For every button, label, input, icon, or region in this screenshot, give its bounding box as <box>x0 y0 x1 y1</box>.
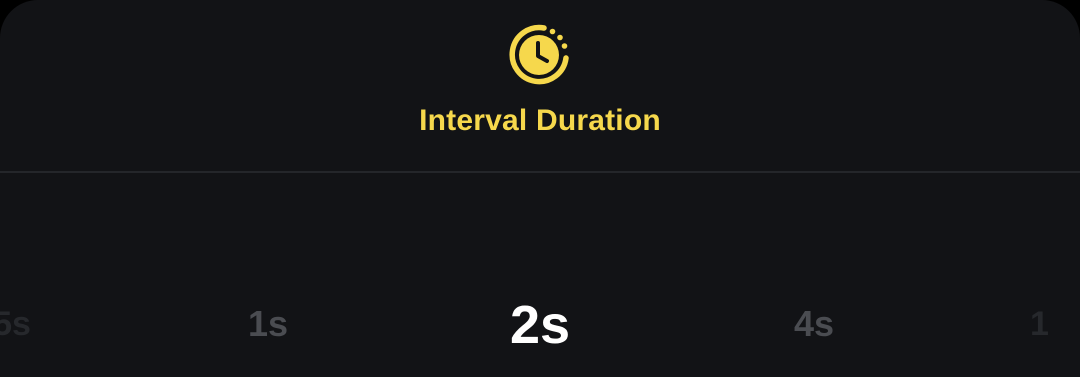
duration-option[interactable]: 4s <box>754 173 874 377</box>
duration-option[interactable]: 5s <box>0 173 72 377</box>
interval-duration-sheet: Interval Duration 5s 1s 2s 4s 1 <box>0 0 1080 377</box>
clock-icon <box>509 24 569 85</box>
duration-picker[interactable]: 5s 1s 2s 4s 1 <box>0 173 1080 377</box>
dialog-title: Interval Duration <box>419 104 661 137</box>
duration-option[interactable]: 1s <box>208 173 328 377</box>
sheet-header: Interval Duration <box>0 0 1080 172</box>
duration-option-selected[interactable]: 2s <box>460 173 620 377</box>
duration-option[interactable]: 1 <box>1030 173 1080 377</box>
